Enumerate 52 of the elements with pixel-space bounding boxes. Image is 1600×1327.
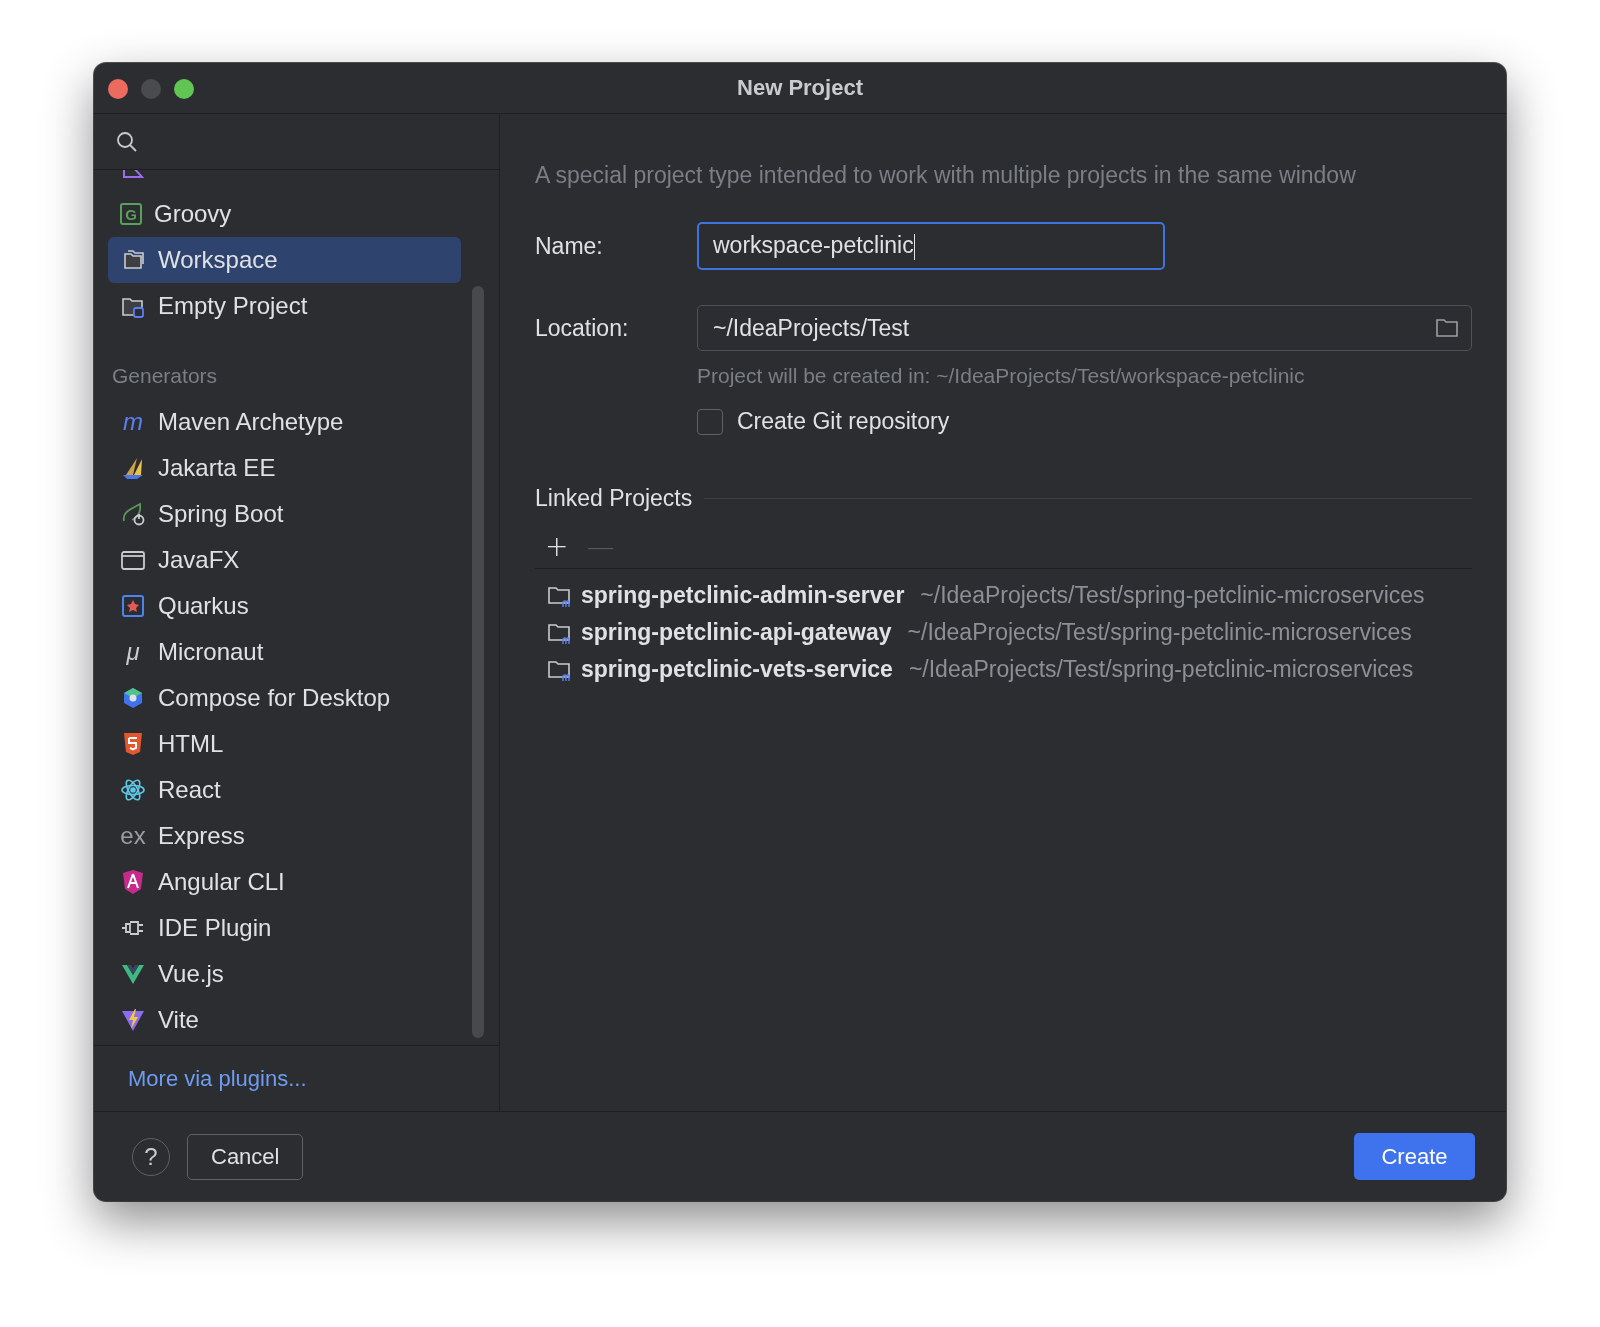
field-label: Name: <box>535 232 604 260</box>
checkbox-label[interactable]: Create Git repository <box>737 408 950 435</box>
project-type-item[interactable]: G Groovy <box>108 191 461 237</box>
leaf-power-icon <box>120 501 146 527</box>
project-name: spring-petclinic-admin-server <box>581 582 905 609</box>
project-type-item[interactable]: Jakarta EE <box>108 445 461 491</box>
cancel-button[interactable]: Cancel <box>187 1133 304 1180</box>
project-path: ~/IdeaProjects/Test/spring-petclinic-microservices <box>908 656 1414 683</box>
search-icon <box>116 130 138 153</box>
window-title: New Project <box>737 75 863 101</box>
scrollbar[interactable] <box>472 286 484 1038</box>
project-type-item[interactable]: Spring Boot <box>108 491 461 537</box>
project-type-item[interactable]: m Maven Archetype <box>108 399 461 445</box>
project-path: ~/IdeaProjects/Test/spring-petclinic-microservices <box>907 619 1412 646</box>
project-type-item[interactable]: μ Micronaut <box>108 629 461 675</box>
ex-letters-icon: ex <box>120 823 146 849</box>
description-text: A special project type intended to work with multiple projects in the same window <box>535 162 1357 190</box>
checkbox[interactable] <box>697 408 723 435</box>
section-title: Linked Projects <box>535 485 693 512</box>
maximize-icon[interactable] <box>174 79 194 99</box>
project-type-item[interactable]: ex Express <box>108 813 461 859</box>
project-name: spring-petclinic-api-gateway <box>581 619 892 646</box>
project-name: spring-petclinic-vets-service <box>581 656 893 683</box>
project-type-item[interactable]: Vue.js <box>108 951 461 997</box>
project-type-item[interactable]: IDE Plugin <box>108 905 461 951</box>
project-type-item[interactable]: JavaFX <box>108 537 461 583</box>
close-icon[interactable] <box>108 79 128 99</box>
project-type-item[interactable]: Angular CLI <box>108 859 461 905</box>
project-path: ~/IdeaProjects/Test/spring-petclinic-microservices <box>920 582 1425 609</box>
project-type-item[interactable]: Vite <box>108 997 461 1043</box>
field-label: Location: <box>535 314 630 342</box>
more-plugins-link[interactable]: More via plugins... <box>128 1065 307 1092</box>
mu-letter-icon: μ <box>120 639 146 665</box>
location-field[interactable]: ~/IdeaProjects/Test <box>697 305 1472 351</box>
m-letter-icon: m <box>120 409 146 435</box>
add-button[interactable]: + <box>539 529 575 563</box>
project-type-item[interactable]: Workspace <box>108 237 461 283</box>
name-field[interactable]: workspace-petclinic <box>697 222 1165 270</box>
section-header: Generators <box>111 363 219 389</box>
atom-icon <box>120 777 146 803</box>
project-type-item[interactable]: Empty Project <box>108 283 461 329</box>
create-button[interactable]: Create <box>1354 1133 1475 1180</box>
folder-icon[interactable] <box>1435 317 1459 339</box>
hint-text: Project will be created in: ~/IdeaProjects/Test/workspace-petclinic <box>697 364 1306 388</box>
project-type-item[interactable]: HTML <box>108 721 461 767</box>
project-type-item[interactable]: React <box>108 767 461 813</box>
g-badge-icon: G <box>120 203 142 225</box>
shield-icon <box>120 869 146 895</box>
project-type-item[interactable]: Compose for Desktop <box>108 675 461 721</box>
project-type-item[interactable]: Quarkus <box>108 583 461 629</box>
bolt-icon <box>120 1007 146 1033</box>
minimize-icon[interactable] <box>141 79 161 99</box>
